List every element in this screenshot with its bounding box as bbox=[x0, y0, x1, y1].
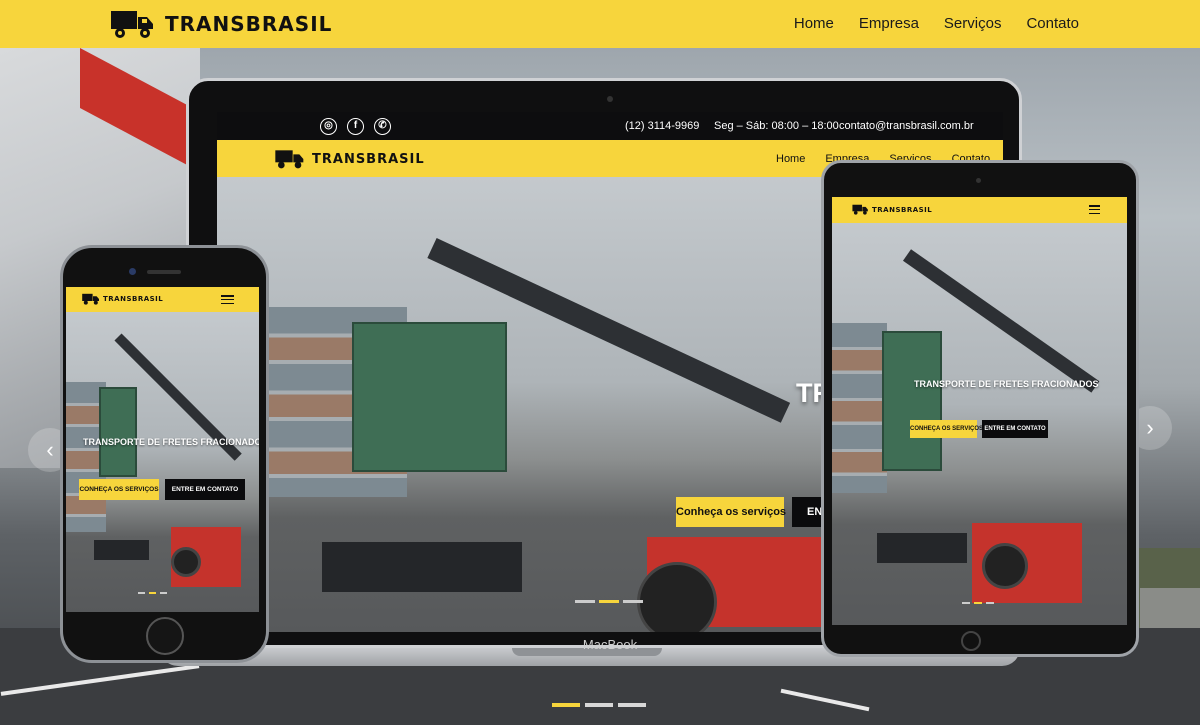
hamburger-menu-icon[interactable] bbox=[221, 295, 234, 304]
tablet-home-button bbox=[961, 631, 981, 651]
laptop-brand-name: TRANSBRASIL bbox=[312, 151, 425, 167]
hamburger-menu-icon[interactable] bbox=[1089, 205, 1100, 214]
phone-speaker bbox=[147, 270, 181, 274]
hamburger-line bbox=[221, 295, 234, 297]
background-truck-stripe bbox=[80, 48, 190, 167]
road-line bbox=[0, 664, 200, 696]
slider-dot-1[interactable] bbox=[552, 703, 580, 707]
machine-wheel bbox=[982, 543, 1028, 589]
phone-camera bbox=[129, 268, 136, 275]
truck-trailer bbox=[877, 533, 967, 563]
truck-icon bbox=[275, 150, 304, 169]
lifted-container bbox=[352, 322, 507, 472]
facebook-icon[interactable]: f bbox=[347, 118, 364, 135]
business-hours: Seg – Sáb: 08:00 – 18:00 bbox=[714, 120, 839, 132]
slider-indicators bbox=[552, 703, 646, 707]
hamburger-line bbox=[1089, 205, 1100, 207]
phone-home-button bbox=[146, 617, 184, 655]
machine-wheel bbox=[171, 547, 201, 577]
tablet-services-button[interactable]: CONHEÇA OS SERVIÇOS bbox=[910, 420, 983, 438]
tablet-slider-dot-1[interactable] bbox=[962, 602, 970, 604]
phone-hero-title: TRANSPORTE DE FRETES FRACIONADOS bbox=[83, 437, 259, 447]
tablet-screen: TRANSBRASIL TRANSPORTE DE FRETES FRACION… bbox=[832, 197, 1127, 625]
phone-number: (12) 3114-9969 bbox=[625, 120, 700, 132]
phone-services-button[interactable]: CONHEÇA OS SERVIÇOS bbox=[79, 479, 159, 500]
laptop-brand-logo[interactable]: TRANSBRASIL bbox=[274, 149, 425, 169]
nav-empresa-link[interactable]: Empresa bbox=[859, 15, 919, 32]
tablet-contact-button[interactable]: ENTRE EM CONTATO bbox=[982, 420, 1048, 438]
phone-slider-indicators bbox=[138, 592, 167, 594]
phone-slider-dot-3[interactable] bbox=[160, 592, 167, 594]
machine-wheel bbox=[637, 562, 717, 632]
phone-screen: TRANSBRASIL TRANSPORTE DE FRETES FRACION… bbox=[66, 287, 259, 612]
hamburger-line bbox=[1089, 208, 1100, 211]
tablet-brand-logo[interactable]: TRANSBRASIL bbox=[852, 204, 932, 215]
tablet-slider-dot-2[interactable] bbox=[974, 602, 982, 604]
nav-servicos-link[interactable]: Serviços bbox=[944, 15, 1002, 32]
phone-navbar: TRANSBRASIL bbox=[66, 287, 259, 312]
container-stack bbox=[832, 323, 887, 493]
contact-email[interactable]: contato@transbrasil.com.br bbox=[839, 120, 974, 132]
tablet-navbar: TRANSBRASIL bbox=[832, 197, 1127, 223]
hamburger-line bbox=[1089, 212, 1100, 214]
phone-brand-name: TRANSBRASIL bbox=[103, 295, 164, 303]
laptop-label: MacBook bbox=[582, 637, 638, 652]
truck-icon bbox=[111, 11, 153, 38]
slider-dot-2[interactable] bbox=[585, 703, 613, 707]
main-nav: Home Empresa Serviços Contato bbox=[794, 15, 1079, 32]
tablet-slider-indicators bbox=[962, 602, 994, 604]
slider-dot-3[interactable] bbox=[618, 703, 646, 707]
tablet-camera bbox=[976, 178, 981, 183]
social-links: ◎ f ✆ bbox=[320, 118, 391, 135]
truck-icon bbox=[82, 293, 99, 305]
lifted-container bbox=[882, 331, 942, 471]
hamburger-line bbox=[221, 302, 234, 304]
tablet-hero-title: TRANSPORTE DE FRETES FRACIONADOS bbox=[914, 379, 1099, 389]
tablet-hero-photo bbox=[832, 223, 1127, 625]
instagram-icon[interactable]: ◎ bbox=[320, 118, 337, 135]
laptop-camera bbox=[607, 96, 613, 102]
hamburger-line bbox=[221, 298, 234, 301]
site-header: TRANSBRASIL Home Empresa Serviços Contat… bbox=[0, 0, 1200, 48]
laptop-slider-dot-3[interactable] bbox=[623, 600, 643, 603]
laptop-topbar: ◎ f ✆ (12) 3114-9969 Seg – Sáb: 08:00 – … bbox=[217, 112, 1003, 140]
laptop-slider-dot-2[interactable] bbox=[599, 600, 619, 603]
truck-icon bbox=[852, 204, 868, 215]
brand-logo[interactable]: TRANSBRASIL bbox=[111, 9, 332, 39]
tablet-slider-dot-3[interactable] bbox=[986, 602, 994, 604]
phone-hero-photo bbox=[66, 312, 259, 612]
tablet-brand-name: TRANSBRASIL bbox=[872, 205, 933, 214]
nav-contato-link[interactable]: Contato bbox=[1026, 15, 1079, 32]
phone-brand-logo[interactable]: TRANSBRASIL bbox=[82, 293, 163, 305]
laptop-slider-dot-1[interactable] bbox=[575, 600, 595, 603]
chevron-right-icon: › bbox=[1146, 415, 1154, 440]
laptop-slider-indicators bbox=[575, 600, 643, 603]
truck-trailer bbox=[322, 542, 522, 592]
phone-contact-button[interactable]: ENTRE EM CONTATO bbox=[165, 479, 245, 500]
brand-name: TRANSBRASIL bbox=[165, 12, 333, 36]
chevron-left-icon: ‹ bbox=[46, 437, 54, 462]
phone-slider-dot-2[interactable] bbox=[149, 592, 156, 594]
nav-home-link[interactable]: Home bbox=[794, 15, 834, 32]
road-line bbox=[780, 688, 870, 712]
laptop-services-button[interactable]: Conheça os serviços bbox=[676, 497, 786, 527]
truck-trailer bbox=[94, 540, 149, 560]
lifted-container bbox=[99, 387, 137, 477]
phone-slider-dot-1[interactable] bbox=[138, 592, 145, 594]
laptop-nav-home[interactable]: Home bbox=[776, 153, 805, 165]
whatsapp-icon[interactable]: ✆ bbox=[374, 118, 391, 135]
